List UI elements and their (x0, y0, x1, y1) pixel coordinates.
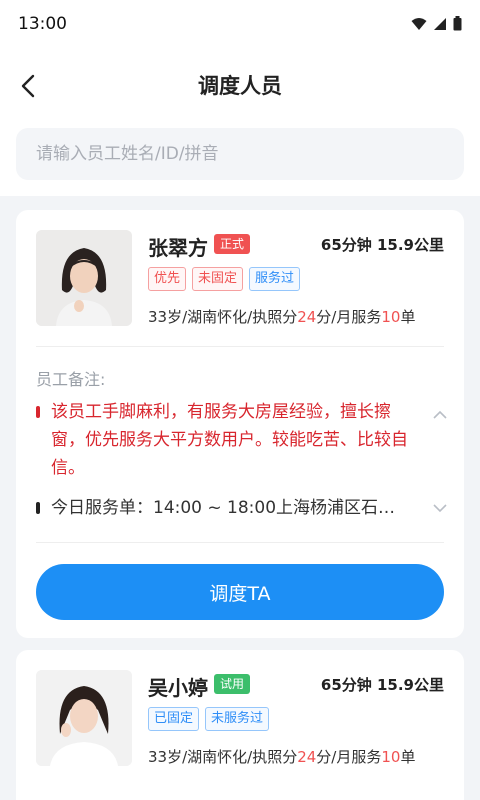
distance-info: 65分钟 15.9公里 (320, 676, 444, 694)
note-label: 员工备注: (36, 370, 106, 389)
tag: 未服务过 (205, 707, 270, 731)
chevron-up-icon (433, 410, 447, 419)
status-badge: 正式 (214, 234, 251, 254)
page-title: 调度人员 (198, 74, 282, 98)
collapse-note-button[interactable] (432, 406, 448, 422)
staff-note: 该员工手脚麻利，有服务大房屋经验，擅长擦窗，优先服务大平方数用户。较能吃苦、比较… (51, 402, 408, 478)
status-icons (411, 16, 462, 31)
wifi-icon (411, 17, 427, 30)
tag-list: 优先 未固定 服务过 (148, 267, 301, 291)
staff-card: 张翠方 正式 65分钟 15.9公里 优先 未固定 服务过 33岁/湖南怀化/执… (16, 210, 464, 638)
note-indicator (36, 406, 40, 418)
status-badge: 试用 (214, 674, 251, 694)
signal-icon (434, 17, 446, 30)
divider (36, 542, 444, 543)
avatar (36, 670, 132, 766)
tag: 未固定 (192, 267, 244, 291)
tag: 已固定 (148, 707, 200, 731)
battery-icon (453, 16, 462, 31)
status-time: 13:00 (18, 14, 67, 34)
service-indicator (36, 502, 40, 514)
tag: 优先 (148, 267, 187, 291)
divider (36, 346, 444, 347)
tag: 服务过 (249, 267, 301, 291)
staff-name: 张翠方 (148, 236, 208, 260)
staff-name: 吴小婷 (148, 676, 208, 700)
chevron-down-icon (433, 503, 447, 512)
search-box[interactable] (16, 128, 464, 180)
nav-bar: 调度人员 (0, 60, 480, 110)
dispatch-button[interactable]: 调度TA (36, 564, 444, 620)
expand-service-button[interactable] (432, 500, 448, 516)
staff-stats: 33岁/湖南怀化/执照分24分/月服务10单 (148, 308, 416, 326)
status-bar: 13:00 (0, 0, 480, 48)
avatar (36, 230, 132, 326)
search-input[interactable] (16, 128, 464, 180)
distance-info: 65分钟 15.9公里 (320, 236, 444, 254)
staff-card: 吴小婷 试用 65分钟 15.9公里 已固定 未服务过 33岁/湖南怀化/执照分… (16, 650, 464, 800)
staff-stats: 33岁/湖南怀化/执照分24分/月服务10单 (148, 748, 416, 766)
today-service: 今日服务单：14:00 ~ 18:00上海杨浦区石鼓路123弄 (51, 498, 411, 518)
tag-list: 已固定 未服务过 (148, 707, 270, 731)
